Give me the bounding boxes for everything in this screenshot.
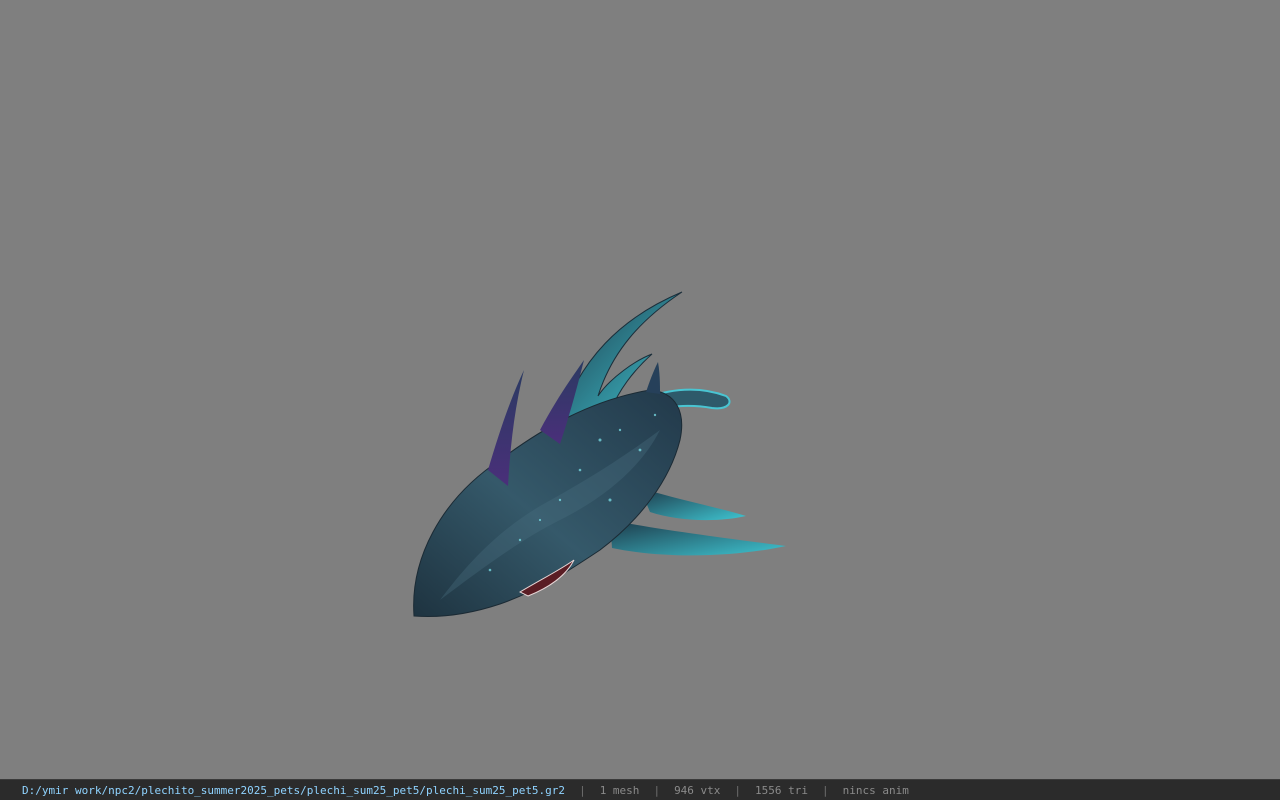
3d-viewport[interactable] <box>0 0 1280 779</box>
shark-model <box>413 291 786 617</box>
mesh-count: 1 mesh <box>599 783 640 797</box>
animation-status: nincs anim <box>842 783 909 797</box>
status-bar: D:/ymir work/npc2/plechito_summer2025_pe… <box>0 779 1280 800</box>
file-path: D:/ymir work/npc2/plechito_summer2025_pe… <box>22 783 566 797</box>
status-separator: | <box>579 783 586 797</box>
status-separator: | <box>734 783 742 797</box>
pectoral-fin-lower <box>610 520 786 556</box>
spike-small <box>646 362 660 394</box>
status-separator: | <box>653 783 661 797</box>
status-separator: | <box>822 783 829 797</box>
triangle-count: 1556 tri <box>755 783 809 797</box>
vertex-count: 946 vtx <box>674 783 721 797</box>
